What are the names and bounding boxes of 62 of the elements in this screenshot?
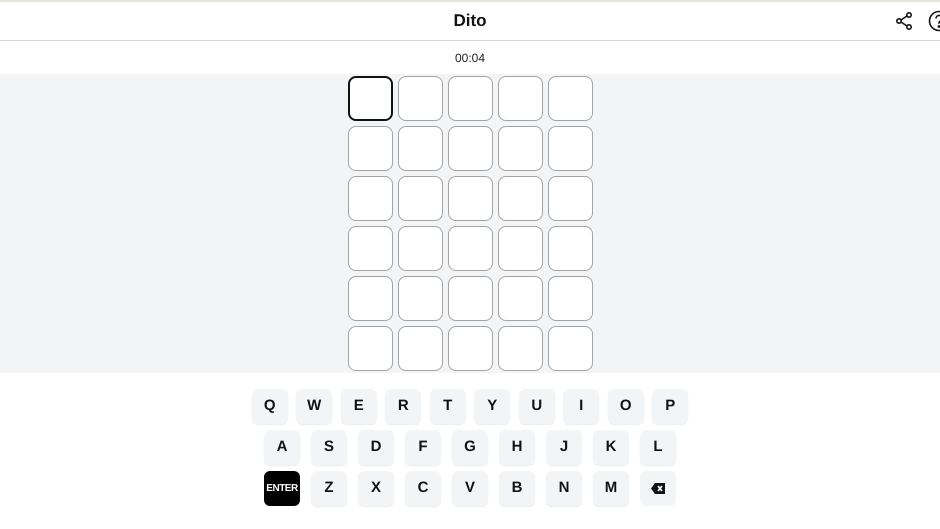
letter-key[interactable]: T: [430, 389, 466, 424]
letter-tile[interactable]: [548, 176, 592, 221]
letter-tile[interactable]: [548, 126, 592, 171]
letter-key[interactable]: F: [405, 430, 441, 465]
letter-tile[interactable]: [448, 276, 492, 321]
letter-tile[interactable]: [448, 326, 492, 371]
letter-key[interactable]: G: [452, 430, 488, 465]
letter-key[interactable]: R: [385, 389, 422, 424]
letter-tile[interactable]: [348, 276, 392, 321]
letter-key[interactable]: D: [358, 430, 394, 465]
letter-tile[interactable]: [548, 76, 592, 121]
letter-tile[interactable]: [398, 76, 442, 121]
app-title: Dito: [453, 10, 487, 32]
letter-key[interactable]: P: [652, 389, 688, 424]
letter-tile[interactable]: [448, 176, 492, 221]
letter-tile[interactable]: [448, 226, 492, 271]
letter-key[interactable]: U: [518, 389, 555, 424]
letter-tile[interactable]: [498, 326, 542, 371]
letter-key[interactable]: X: [358, 471, 394, 506]
letter-tile[interactable]: [348, 76, 392, 121]
letter-key[interactable]: M: [593, 471, 629, 506]
letter-key[interactable]: H: [499, 430, 535, 465]
letter-tile[interactable]: [498, 276, 542, 321]
enter-key[interactable]: ENTER: [264, 471, 300, 506]
letter-key[interactable]: I: [563, 389, 600, 424]
letter-tile[interactable]: [448, 76, 492, 121]
letter-tile[interactable]: [498, 126, 542, 171]
letter-key[interactable]: A: [264, 430, 300, 465]
letter-key[interactable]: Q: [252, 389, 288, 424]
letter-key[interactable]: K: [593, 430, 629, 465]
backspace-icon: [651, 483, 665, 494]
letter-tile[interactable]: [348, 176, 392, 221]
letter-key[interactable]: V: [452, 471, 488, 506]
backspace-key[interactable]: [640, 471, 676, 506]
letter-key[interactable]: J: [546, 430, 582, 465]
letter-tile[interactable]: [398, 126, 442, 171]
letter-key[interactable]: B: [499, 471, 535, 506]
letter-tile[interactable]: [398, 326, 442, 371]
letter-tile[interactable]: [498, 226, 542, 271]
letter-key[interactable]: W: [296, 389, 332, 424]
letter-key[interactable]: C: [405, 471, 441, 506]
letter-tile[interactable]: [548, 276, 592, 321]
letter-key[interactable]: Y: [474, 389, 510, 424]
letter-tile[interactable]: [398, 176, 442, 221]
letter-key[interactable]: O: [608, 389, 644, 424]
share-icon[interactable]: [894, 11, 914, 31]
letter-tile[interactable]: [548, 326, 592, 371]
letter-tile[interactable]: [348, 126, 392, 171]
letter-key[interactable]: Z: [311, 471, 347, 506]
letter-tile[interactable]: [498, 176, 542, 221]
letter-tile[interactable]: [498, 76, 542, 121]
letter-tile[interactable]: [348, 326, 392, 371]
letter-tile[interactable]: [548, 226, 592, 271]
timer: 00:04: [454, 50, 486, 66]
letter-key[interactable]: L: [640, 430, 676, 465]
letter-tile[interactable]: [398, 276, 442, 321]
letter-key[interactable]: S: [311, 430, 347, 465]
letter-tile[interactable]: [348, 226, 392, 271]
letter-tile[interactable]: [398, 226, 442, 271]
letter-key[interactable]: E: [340, 389, 377, 424]
letter-key[interactable]: N: [546, 471, 582, 506]
letter-tile[interactable]: [448, 126, 492, 171]
